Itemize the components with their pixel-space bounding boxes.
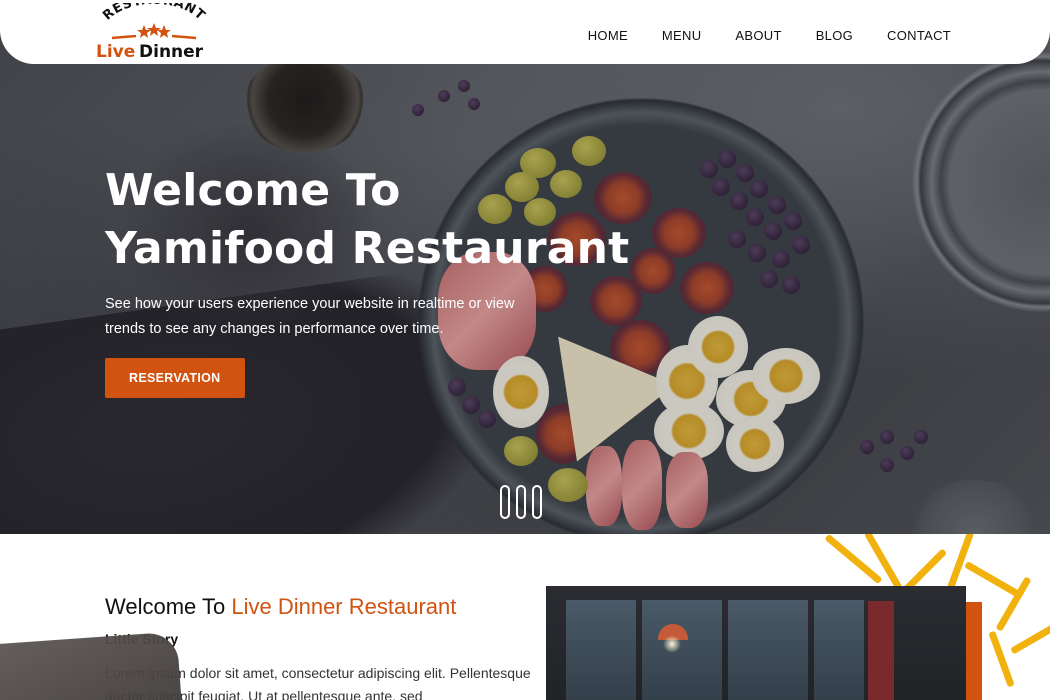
fries-image: [863, 534, 904, 592]
logo-name-part1: Live: [96, 42, 135, 61]
restaurant-interior-image: [546, 586, 966, 700]
slide-indicator-2[interactable]: [516, 485, 526, 519]
logo-name-part2: Dinner: [139, 42, 204, 61]
hero-subtitle: See how your users experience your websi…: [105, 296, 515, 337]
about-title-prefix: Welcome To: [105, 594, 232, 619]
hero-content: Welcome To Yamifood Restaurant See how y…: [105, 162, 629, 398]
nav-about[interactable]: ABOUT: [735, 28, 781, 43]
nav-contact[interactable]: CONTACT: [887, 28, 951, 43]
nav-blog[interactable]: BLOG: [816, 28, 853, 43]
logo-icon: RESTAURANT Live Dinner: [96, 0, 207, 62]
logo-top-text: RESTAURANT: [100, 0, 207, 24]
site-logo[interactable]: RESTAURANT Live Dinner: [94, 0, 214, 62]
napkin-image: [0, 631, 183, 700]
hero-banner: Welcome To Yamifood Restaurant See how y…: [0, 0, 1050, 534]
svg-text:RESTAURANT: RESTAURANT: [100, 3, 207, 24]
hero-title: Welcome To Yamifood Restaurant: [105, 162, 629, 278]
accent-bar: [966, 602, 982, 700]
about-section: Welcome To Live Dinner Restaurant Little…: [0, 534, 1050, 700]
about-title: Welcome To Live Dinner Restaurant: [105, 594, 456, 620]
slider-indicators: [500, 485, 542, 519]
fries-image: [988, 630, 1015, 688]
slide-indicator-1[interactable]: [500, 485, 510, 519]
nav-menu[interactable]: MENU: [662, 28, 701, 43]
about-title-accent: Live Dinner Restaurant: [231, 594, 457, 619]
slide-indicator-3[interactable]: [532, 485, 542, 519]
main-nav: HOME MENU ABOUT BLOG CONTACT: [554, 28, 951, 43]
nav-home[interactable]: HOME: [588, 28, 628, 43]
top-navbar: RESTAURANT Live Dinner HOME MENU ABOUT B…: [0, 0, 1050, 64]
fries-image: [1010, 623, 1050, 655]
reservation-button[interactable]: RESERVATION: [105, 358, 245, 398]
hero-title-line1: Welcome To: [105, 165, 401, 216]
hero-title-line2: Yamifood Restaurant: [105, 223, 630, 274]
